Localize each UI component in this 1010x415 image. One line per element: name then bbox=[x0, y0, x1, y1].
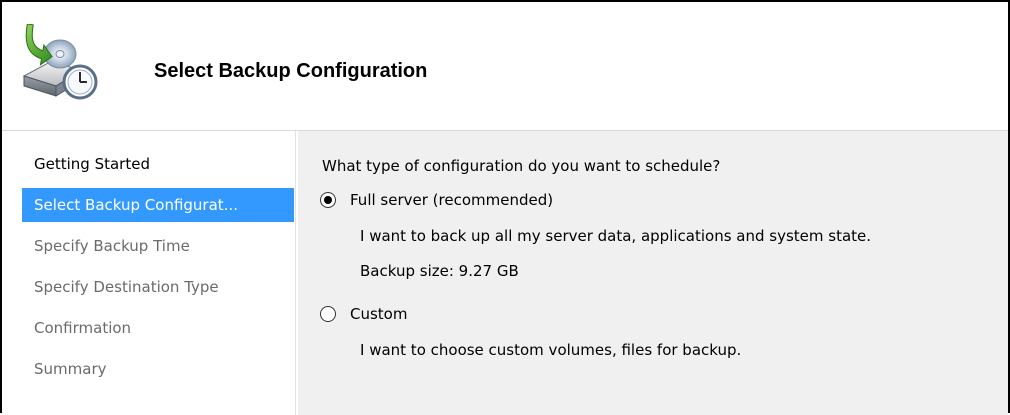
sidebar-divider bbox=[295, 131, 296, 415]
sidebar-item-confirmation: Confirmation bbox=[34, 319, 132, 337]
backup-drive-clock-icon bbox=[22, 24, 98, 100]
sidebar-item-summary: Summary bbox=[34, 360, 107, 378]
page-title: Select Backup Configuration bbox=[154, 60, 428, 82]
sidebar-item-getting-started[interactable]: Getting Started bbox=[22, 147, 294, 181]
full-server-radio[interactable] bbox=[320, 192, 336, 208]
configuration-question: What type of configuration do you want t… bbox=[322, 157, 721, 175]
wizard-header: Select Backup Configuration bbox=[2, 2, 1008, 130]
custom-label[interactable]: Custom bbox=[350, 305, 407, 323]
custom-option[interactable]: Custom bbox=[320, 305, 407, 323]
full-server-label[interactable]: Full server (recommended) bbox=[350, 191, 553, 209]
sidebar-item-select-backup-configuration[interactable]: Select Backup Configurat... bbox=[22, 188, 294, 222]
configuration-panel: What type of configuration do you want t… bbox=[298, 131, 1008, 415]
custom-radio[interactable] bbox=[320, 306, 336, 322]
custom-description: I want to choose custom volumes, files f… bbox=[360, 341, 742, 359]
full-server-description: I want to back up all my server data, ap… bbox=[360, 227, 872, 245]
full-server-option[interactable]: Full server (recommended) bbox=[320, 191, 553, 209]
sidebar-item-specify-destination-type: Specify Destination Type bbox=[34, 278, 219, 296]
backup-size-text: Backup size: 9.27 GB bbox=[360, 262, 519, 280]
sidebar-item-specify-backup-time: Specify Backup Time bbox=[34, 237, 190, 255]
wizard-window: Select Backup Configuration Getting Star… bbox=[0, 0, 1010, 415]
wizard-steps-sidebar: Getting Started Select Backup Configurat… bbox=[2, 131, 298, 415]
